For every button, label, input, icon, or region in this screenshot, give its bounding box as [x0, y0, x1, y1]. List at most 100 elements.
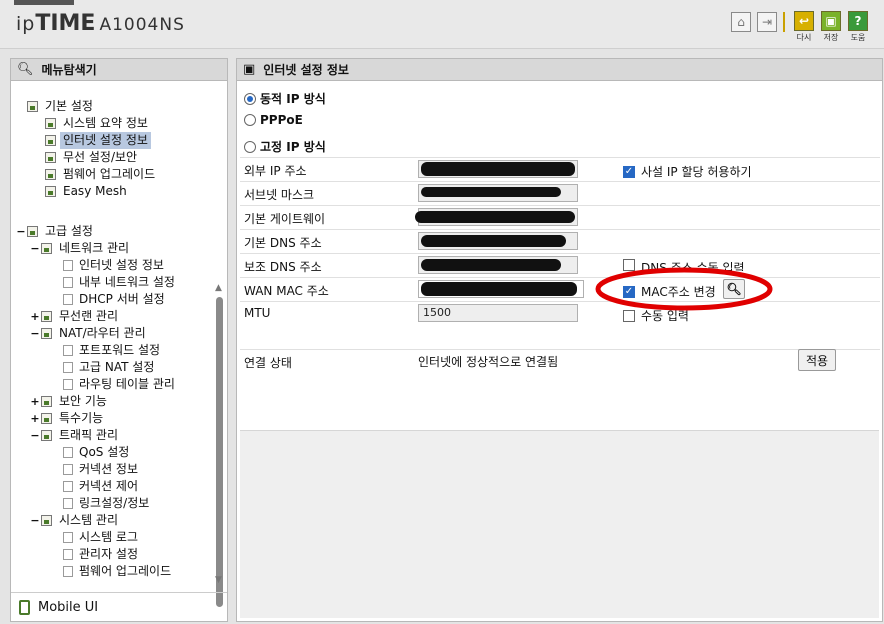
radio-pppoe[interactable]: PPPoE: [244, 113, 303, 127]
network-icon: [45, 135, 56, 146]
page-icon: [63, 566, 73, 577]
tree-basic-settings[interactable]: 기본 설정: [27, 98, 96, 115]
lock-icon: [41, 396, 52, 407]
menu-title: 메뉴탐색기: [41, 63, 97, 77]
save-caption: 저장: [823, 33, 839, 42]
menu-scrollbar[interactable]: ▲ ▼: [214, 283, 225, 607]
back-caption: 다시: [796, 33, 812, 42]
save-icon[interactable]: ▣: [821, 11, 841, 31]
mobile-icon: [19, 599, 30, 615]
page-icon: [63, 464, 73, 475]
back-icon[interactable]: ↩: [794, 11, 814, 31]
page-icon: [63, 277, 73, 288]
brand-logo: ipTIME A1004NS: [16, 11, 185, 36]
radio-dot[interactable]: [244, 140, 256, 153]
traffic-icon: [41, 430, 52, 441]
apply-button[interactable]: 적용: [798, 349, 836, 371]
tree-group-wireless[interactable]: + 무선랜 관리: [29, 308, 121, 325]
settings-page-icon: ▣: [243, 62, 256, 77]
header-divider: [783, 12, 785, 32]
annotation-ellipse: [595, 267, 773, 311]
redaction: [421, 282, 577, 296]
tree-group-traffic[interactable]: − 트래픽 관리: [29, 427, 121, 444]
page-icon: [63, 379, 73, 390]
check-icon[interactable]: ✓: [623, 165, 635, 178]
network-icon: [41, 243, 52, 254]
upgrade-icon: [45, 169, 56, 180]
private-ip-checkbox[interactable]: ✓ 사설 IP 할당 허용하기: [623, 163, 752, 180]
tree-item[interactable]: 커넥션 정보: [63, 461, 138, 478]
scroll-up-icon[interactable]: ▲: [215, 283, 222, 293]
tree-item[interactable]: Easy Mesh: [45, 183, 130, 200]
mesh-icon: [45, 186, 56, 197]
tree-item[interactable]: 시스템 요약 정보: [45, 115, 151, 132]
content-title: 인터넷 설정 정보: [263, 63, 349, 77]
search-icon: 🔍︎: [17, 62, 34, 77]
folder-icon: [27, 101, 38, 112]
tree-group-special[interactable]: + 특수기능: [29, 410, 106, 427]
logout-icon[interactable]: ⇥: [757, 12, 777, 32]
tree-advanced-settings[interactable]: − 고급 설정: [15, 223, 96, 240]
page-icon: [63, 498, 73, 509]
redaction: [421, 187, 561, 197]
content-title-bar: ▣ 인터넷 설정 정보: [237, 59, 882, 81]
help-caption: 도움: [850, 33, 866, 42]
page-icon: [63, 447, 73, 458]
page-icon: [63, 260, 73, 271]
radio-dot[interactable]: [244, 92, 256, 105]
tree-item[interactable]: 관리자 설정: [63, 546, 138, 563]
tree-item[interactable]: 고급 NAT 설정: [63, 359, 154, 376]
redaction: [421, 259, 561, 271]
mobile-ui-link[interactable]: Mobile UI: [11, 592, 227, 621]
tree-item[interactable]: 시스템 로그: [63, 529, 138, 546]
collapse-toggle[interactable]: −: [15, 223, 27, 240]
redaction: [415, 211, 575, 223]
mtu-field[interactable]: 1500: [418, 304, 578, 322]
wifi-icon: [41, 311, 52, 322]
tree-item[interactable]: 펌웨어 업그레이드: [63, 563, 171, 580]
redaction: [421, 235, 566, 247]
radio-static-ip[interactable]: 고정 IP 방식: [244, 138, 326, 155]
empty-area: [240, 430, 879, 618]
scroll-thumb[interactable]: [216, 297, 223, 607]
brand-ip: ip: [16, 13, 36, 35]
tree-group-network[interactable]: − 네트워크 관리: [29, 240, 132, 257]
tree-item[interactable]: 인터넷 설정 정보: [63, 257, 164, 274]
help-icon[interactable]: ?: [848, 11, 868, 31]
tree-item[interactable]: 커넥션 제어: [63, 478, 138, 495]
model-name: A1004NS: [99, 15, 185, 35]
tree-item-selected[interactable]: 인터넷 설정 정보: [45, 132, 151, 149]
tree-item[interactable]: 포트포워드 설정: [63, 342, 160, 359]
tree-item[interactable]: 내부 네트워크 설정: [63, 274, 175, 291]
page-icon: [63, 345, 73, 356]
radio-dot[interactable]: [244, 114, 256, 126]
menu-tree: 기본 설정 시스템 요약 정보 인터넷 설정 정보 무선 설정/보안 펌웨어 업…: [11, 81, 212, 591]
content-panel: ▣ 인터넷 설정 정보 동적 IP 방식 PPPoE 고정 IP 방식 외부 I…: [236, 58, 883, 622]
page-icon: [63, 481, 73, 492]
tree-item[interactable]: 라우팅 테이블 관리: [63, 376, 175, 393]
tree-item[interactable]: 무선 설정/보안: [45, 149, 140, 166]
page-icon: [63, 549, 73, 560]
tree-group-nat[interactable]: − NAT/라우터 관리: [29, 325, 149, 342]
radio-dynamic-ip[interactable]: 동적 IP 방식: [244, 90, 326, 107]
top-strip: [14, 0, 74, 5]
tree-item[interactable]: DHCP 서버 설정: [63, 291, 165, 308]
menu-title-bar: 🔍︎ 메뉴탐색기: [11, 59, 227, 81]
page-icon: [63, 362, 73, 373]
chart-icon: [45, 118, 56, 129]
tree-item[interactable]: 펌웨어 업그레이드: [45, 166, 158, 183]
folder-icon: [27, 226, 38, 237]
tree-item[interactable]: 링크설정/정보: [63, 495, 149, 512]
redaction: [421, 162, 575, 176]
tree-item[interactable]: QoS 설정: [63, 444, 129, 461]
special-icon: [41, 413, 52, 424]
brand-time: TIME: [35, 11, 96, 36]
home-icon[interactable]: ⌂: [731, 12, 751, 32]
menu-panel: 🔍︎ 메뉴탐색기 기본 설정 시스템 요약 정보 인터넷 설정 정보 무선 설정…: [10, 58, 228, 622]
header-bar: ipTIME A1004NS ⌂ ⇥ ↩ 다시 ▣ 저장 ? 도움: [0, 0, 884, 49]
tree-group-system[interactable]: − 시스템 관리: [29, 512, 121, 529]
page-icon: [63, 532, 73, 543]
scroll-down-icon[interactable]: ▼: [215, 575, 222, 585]
tree-group-security[interactable]: + 보안 기능: [29, 393, 110, 410]
wifi-icon: [45, 152, 56, 163]
